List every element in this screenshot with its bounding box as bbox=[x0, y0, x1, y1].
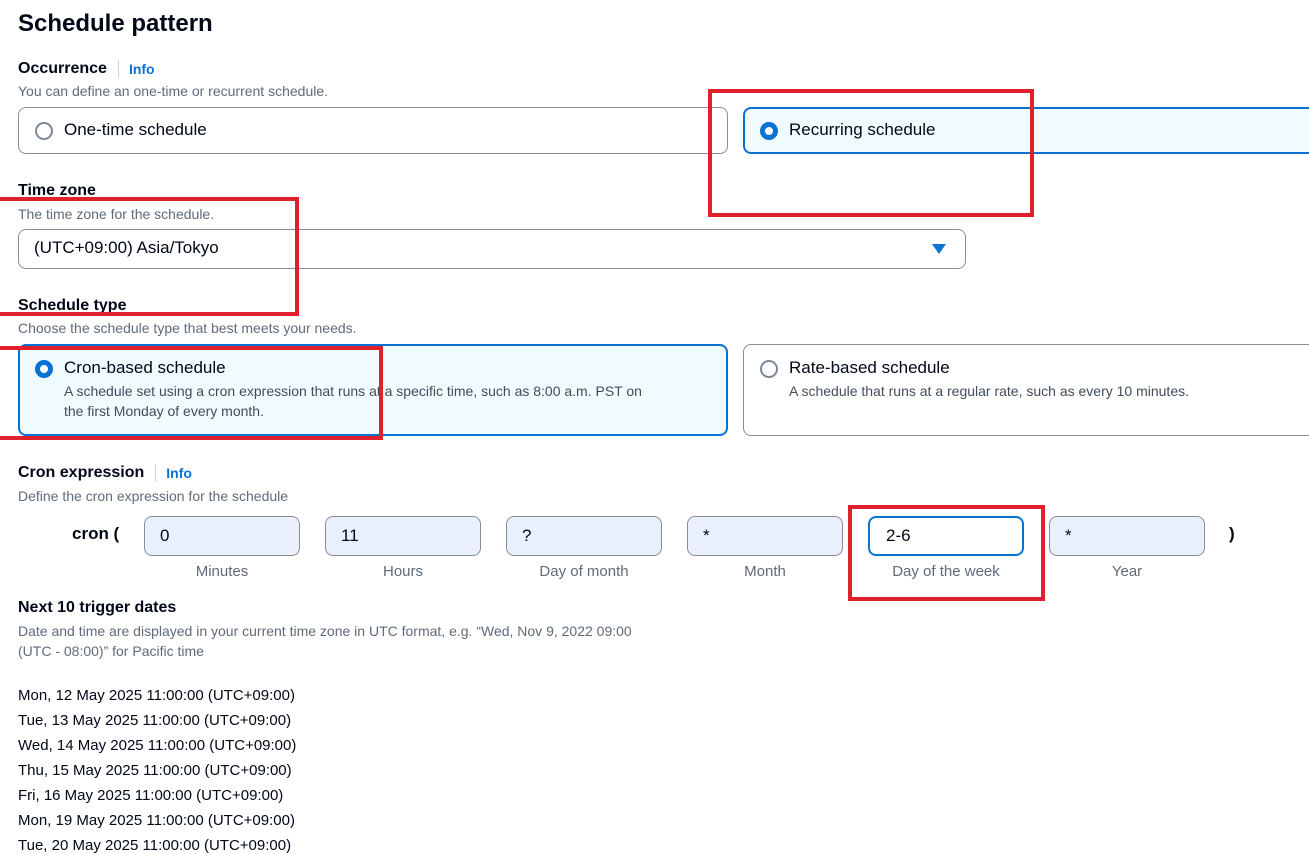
cron-info-link[interactable]: Info bbox=[166, 465, 192, 481]
cron-description: Define the cron expression for the sched… bbox=[18, 488, 289, 504]
rate-based-option[interactable]: Rate-based schedule A schedule that runs… bbox=[743, 344, 1309, 436]
recurring-schedule-option[interactable]: Recurring schedule bbox=[743, 107, 1309, 154]
trigger-date-item: Thu, 15 May 2025 11:00:00 (UTC+09:00) bbox=[18, 762, 292, 779]
timezone-value: (UTC+09:00) Asia/Tokyo bbox=[34, 238, 219, 257]
timezone-description: The time zone for the schedule. bbox=[18, 206, 215, 222]
recurring-label: Recurring schedule bbox=[789, 120, 936, 139]
day-of-month-caption: Day of month bbox=[539, 563, 629, 580]
cron-based-radio[interactable] bbox=[35, 360, 53, 378]
trigger-dates-label: Next 10 trigger dates bbox=[18, 599, 177, 616]
trigger-date-item: Fri, 16 May 2025 11:00:00 (UTC+09:00) bbox=[18, 787, 284, 804]
cron-minutes-input[interactable] bbox=[144, 516, 300, 556]
cron-label: Cron expression bbox=[18, 464, 145, 481]
trigger-date-item: Tue, 20 May 2025 11:00:00 (UTC+09:00) bbox=[18, 837, 292, 854]
cron-based-option[interactable]: Cron-based schedule A schedule set using… bbox=[18, 344, 728, 436]
day-of-week-caption: Day of the week bbox=[892, 563, 1000, 580]
month-caption: Month bbox=[744, 563, 786, 580]
rate-based-radio[interactable] bbox=[760, 360, 778, 378]
occurrence-info-link[interactable]: Info bbox=[129, 61, 155, 77]
one-time-radio[interactable] bbox=[35, 122, 53, 140]
trigger-date-item: Tue, 13 May 2025 11:00:00 (UTC+09:00) bbox=[18, 712, 292, 729]
cron-based-label: Cron-based schedule bbox=[64, 358, 226, 377]
cron-year-input[interactable] bbox=[1049, 516, 1205, 556]
cron-based-description-1: A schedule set using a cron expression t… bbox=[64, 383, 642, 399]
rate-based-label: Rate-based schedule bbox=[789, 358, 950, 377]
hours-caption: Hours bbox=[382, 563, 423, 580]
cron-hours-input[interactable] bbox=[325, 516, 481, 556]
minutes-caption: Minutes bbox=[195, 563, 249, 580]
trigger-date-item: Mon, 12 May 2025 11:00:00 (UTC+09:00) bbox=[18, 687, 295, 704]
trigger-dates-description-1: Date and time are displayed in your curr… bbox=[18, 623, 632, 639]
cron-day-of-month-input[interactable] bbox=[506, 516, 662, 556]
trigger-dates-description-2: (UTC - 08:00)” for Pacific time bbox=[18, 643, 204, 659]
one-time-label: One-time schedule bbox=[64, 120, 207, 139]
schedule-type-label: Schedule type bbox=[18, 297, 127, 314]
divider bbox=[117, 60, 119, 78]
rate-based-description: A schedule that runs at a regular rate, … bbox=[789, 383, 1189, 399]
cron-prefix: cron ( bbox=[72, 524, 120, 543]
page-title: Schedule pattern bbox=[18, 10, 213, 37]
year-caption: Year bbox=[1111, 563, 1143, 580]
caret-down-icon bbox=[932, 244, 946, 254]
cron-based-description-2: the first Monday of every month. bbox=[64, 403, 264, 419]
cron-suffix: ) bbox=[1229, 524, 1235, 543]
schedule-type-description: Choose the schedule type that best meets… bbox=[18, 320, 357, 336]
cron-header: Cron expression Info bbox=[18, 464, 192, 482]
divider bbox=[155, 464, 157, 482]
recurring-radio[interactable] bbox=[760, 122, 778, 140]
timezone-select[interactable]: (UTC+09:00) Asia/Tokyo bbox=[18, 229, 966, 269]
cron-day-of-week-input[interactable] bbox=[868, 516, 1024, 556]
occurrence-header: Occurrence Info bbox=[18, 60, 155, 78]
occurrence-description: You can define an one-time or recurrent … bbox=[18, 83, 329, 99]
trigger-date-item: Mon, 19 May 2025 11:00:00 (UTC+09:00) bbox=[18, 812, 295, 829]
one-time-schedule-option[interactable]: One-time schedule bbox=[18, 107, 728, 154]
occurrence-label: Occurrence bbox=[18, 60, 107, 77]
cron-month-input[interactable] bbox=[687, 516, 843, 556]
timezone-label: Time zone bbox=[18, 182, 96, 199]
trigger-date-item: Wed, 14 May 2025 11:00:00 (UTC+09:00) bbox=[18, 737, 297, 754]
